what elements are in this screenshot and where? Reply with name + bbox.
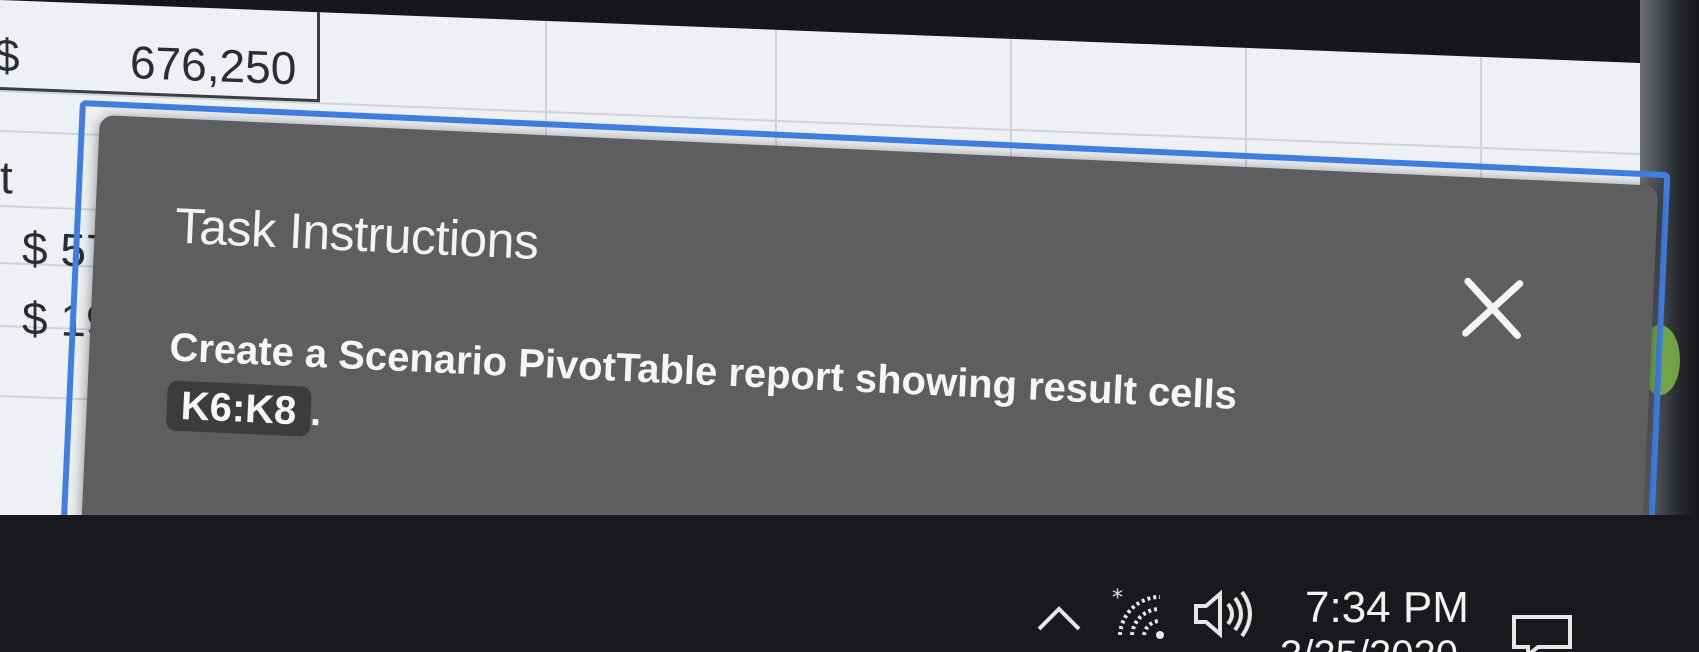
value-cell[interactable]: 676,250 <box>130 35 296 95</box>
instruction-text-block: Create a Scenario PivotTable report show… <box>165 318 1470 493</box>
close-button[interactable] <box>1451 267 1535 351</box>
close-icon <box>1462 277 1524 340</box>
notification-icon[interactable] <box>1510 613 1574 652</box>
screen: $ 676,250 t $ 57 $ 19 Task Instructions … <box>0 0 1699 652</box>
dialog-title: Task Instructions <box>173 197 540 270</box>
instruction-period: . <box>309 389 323 435</box>
header-cell[interactable]: t <box>0 150 13 204</box>
clock-date[interactable]: 3/25/2020 <box>1280 633 1458 652</box>
taskbar: * 7:34 PM 3/25/2020 <box>0 515 1699 652</box>
currency-cell[interactable]: $ <box>0 28 20 83</box>
clock-time[interactable]: 7:34 PM <box>1305 583 1469 633</box>
volume-icon[interactable] <box>1190 587 1256 641</box>
cell-reference-badge: K6:K8 <box>165 380 312 437</box>
chevron-up-icon[interactable] <box>1035 603 1083 633</box>
svg-text:*: * <box>1112 586 1123 611</box>
instruction-text: Create a Scenario PivotTable report show… <box>168 325 1238 418</box>
network-icon[interactable]: * <box>1110 585 1172 645</box>
